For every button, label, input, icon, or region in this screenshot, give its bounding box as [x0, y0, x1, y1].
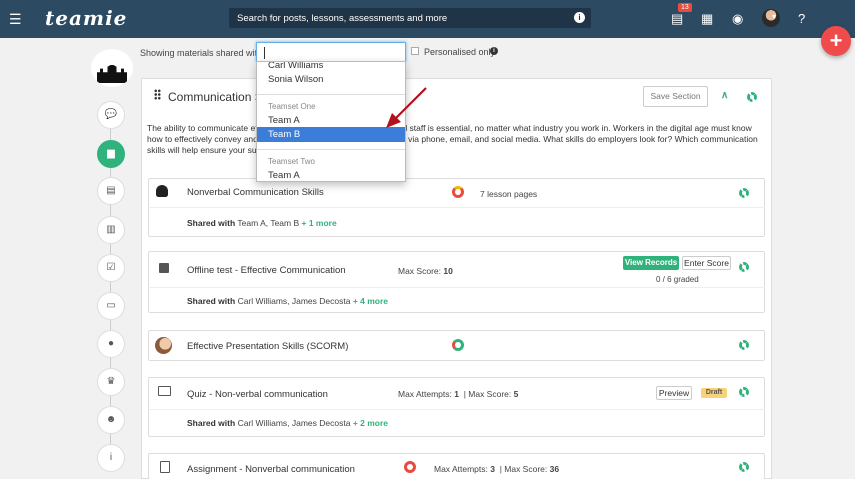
- annotation-arrow: [386, 87, 427, 128]
- annotation-arrow-shaft: [394, 87, 427, 120]
